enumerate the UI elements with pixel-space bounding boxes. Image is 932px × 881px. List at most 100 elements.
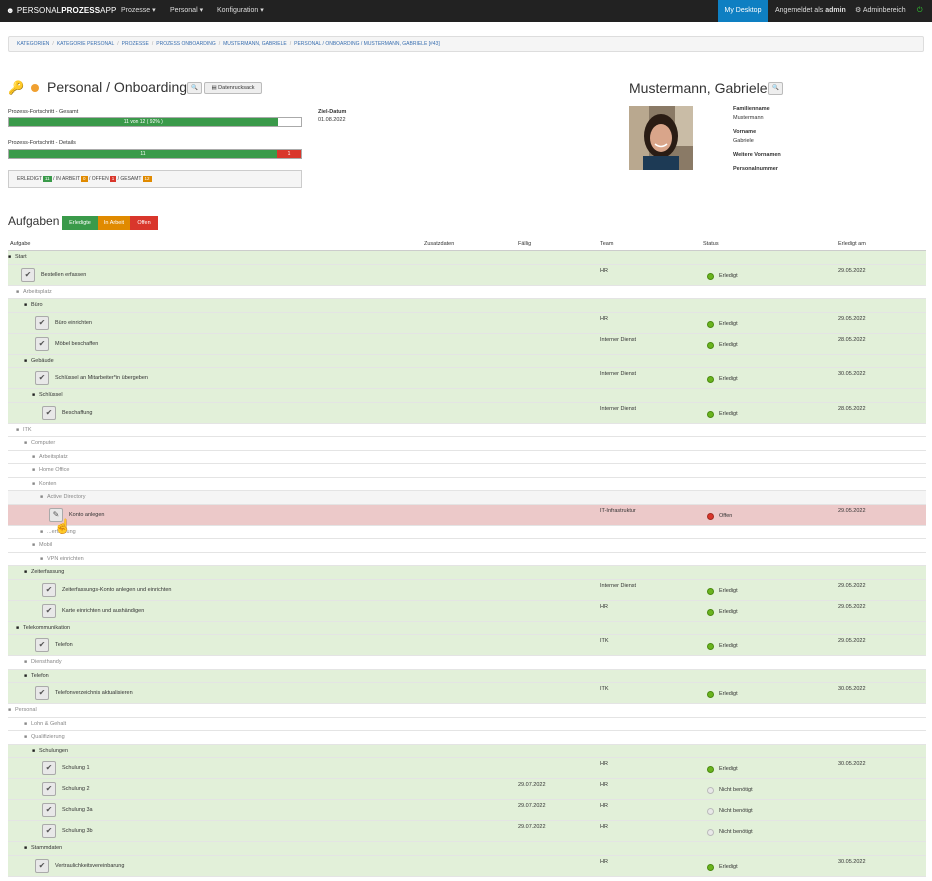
power-icon[interactable]: ⏻ — [917, 0, 923, 22]
folder-row[interactable]: ■ Schulungen — [8, 744, 926, 758]
col-erledigt-am[interactable]: Erledigt am — [838, 241, 866, 247]
breadcrumb-item[interactable]: MUSTERMANN, GABRIELE — [223, 41, 287, 47]
folder-label[interactable]: Active Directory — [47, 494, 86, 500]
col-aufgabe[interactable]: Aufgabe — [10, 241, 31, 247]
col-faellig[interactable]: Fällig — [518, 241, 531, 247]
folder-row[interactable]: ■ Telekommunikation — [8, 621, 926, 635]
folder-label[interactable]: Telekommunikation — [23, 625, 70, 631]
folder-row[interactable]: ■ Qualifizierung — [8, 731, 926, 745]
folder-row[interactable]: ■ Lohn & Gehalt — [8, 717, 926, 731]
task-label[interactable]: Konto anlegen — [69, 512, 104, 518]
task-row[interactable]: ✔ Schulung 3b 29.07.2022 HR Nicht benötigt — [8, 821, 926, 842]
folder-row[interactable]: ■ Mobil — [8, 539, 926, 553]
task-label[interactable]: Telefon — [55, 642, 73, 648]
folder-label[interactable]: Arbeitsplatz — [23, 289, 52, 295]
folder-row[interactable]: ■ Active Directory — [8, 491, 926, 505]
task-row[interactable]: ✔ Schlüssel an Mitarbeiter*in übergeben In… — [8, 368, 926, 389]
folder-row[interactable]: ■ Computer — [8, 437, 926, 451]
folder-label[interactable]: Diensthandy — [31, 659, 62, 665]
task-row[interactable]: ✔ Telefonverzeichnis aktualisieren ITK Erle… — [8, 683, 926, 704]
admin-area-link[interactable]: ⚙ Adminbereich — [855, 0, 906, 22]
task-label[interactable]: Schulung 1 — [62, 765, 90, 771]
folder-row[interactable]: ■ Arbeitsplatz — [8, 285, 926, 299]
folder-label[interactable]: Personal — [15, 707, 37, 713]
complete-checkbox[interactable]: ✔ — [35, 371, 49, 385]
folder-label[interactable]: Schlüssel — [39, 392, 63, 398]
menu-personal[interactable]: Personal ▾ — [170, 0, 203, 22]
task-row[interactable]: ✔ Telefon ITK Erledigt 29.05.2022 — [8, 635, 926, 656]
menu-prozesse[interactable]: Prozesse ▾ — [121, 0, 156, 22]
complete-checkbox[interactable]: ✔ — [42, 582, 56, 597]
task-row[interactable]: ✔ Schulung 2 29.07.2022 HR Nicht benötigt — [8, 779, 926, 800]
my-desktop-button[interactable]: My Desktop — [718, 0, 768, 22]
folder-row[interactable]: ■ Konten — [8, 477, 926, 491]
folder-row[interactable]: ■ Start — [8, 251, 926, 265]
filter-erledigte[interactable]: Erledigte — [62, 216, 98, 230]
folder-label[interactable]: Mobil — [39, 542, 52, 548]
menu-konfiguration[interactable]: Konfiguration ▾ — [217, 0, 264, 22]
complete-checkbox[interactable]: ✔ — [35, 638, 49, 652]
col-team[interactable]: Team — [600, 241, 613, 247]
task-row[interactable]: ✔ Möbel beschaffen Interner Dienst Erledigt… — [8, 333, 926, 355]
col-status[interactable]: Status — [703, 241, 719, 247]
task-label[interactable]: Schulung 3a — [62, 807, 93, 813]
task-label[interactable]: Bestellen erfassen — [41, 272, 86, 278]
folder-label[interactable]: ITK — [23, 427, 32, 433]
breadcrumb-item[interactable]: PROZESS ONBOARDING — [156, 41, 215, 47]
app-brand[interactable]: ☻ PERSONALPROZESSAPP — [6, 0, 116, 22]
task-label[interactable]: Schlüssel an Mitarbeiter*in übergeben — [55, 375, 148, 381]
folder-label[interactable]: Start — [15, 254, 27, 260]
folder-row[interactable]: ■ Home Office — [8, 464, 926, 478]
person-search-button[interactable]: 🔍 — [768, 82, 783, 95]
folder-row[interactable]: ■ ...erfassung — [8, 525, 926, 539]
folder-label[interactable]: Zeiterfassung — [31, 569, 64, 575]
col-zusatzdaten[interactable]: Zusatzdaten — [424, 241, 454, 247]
task-label[interactable]: Büro einrichten — [55, 320, 92, 326]
folder-label[interactable]: Computer — [31, 440, 55, 446]
folder-label[interactable]: Arbeitsplatz — [39, 454, 68, 460]
task-label[interactable]: Zeiterfassungs-Konto anlegen und einrich… — [62, 587, 171, 593]
complete-checkbox[interactable]: ✔ — [42, 803, 56, 817]
task-row[interactable]: ✔ Schulung 3a 29.07.2022 HR Nicht benötigt — [8, 800, 926, 821]
complete-checkbox[interactable]: ✔ — [35, 686, 49, 700]
folder-label[interactable]: Telefon — [31, 673, 49, 679]
folder-label[interactable]: Lohn & Gehalt — [31, 721, 66, 727]
folder-row[interactable]: ■ Gebäude — [8, 354, 926, 368]
folder-label[interactable]: Stammdaten — [31, 845, 62, 851]
folder-row[interactable]: ■ Arbeitsplatz — [8, 450, 926, 464]
complete-checkbox[interactable]: ✔ — [35, 315, 49, 330]
filter-in-arbeit[interactable]: In Arbeit — [98, 216, 130, 230]
folder-row[interactable]: ■ Telefon — [8, 669, 926, 683]
task-label[interactable]: Beschaffung — [62, 410, 92, 416]
task-row[interactable]: ✔ Bestellen erfassen HR Erledigt 29.05.2022 — [8, 264, 926, 286]
folder-label[interactable]: Konten — [39, 481, 56, 487]
folder-label[interactable]: Büro — [31, 302, 43, 308]
complete-checkbox[interactable]: ✔ — [21, 267, 35, 282]
complete-checkbox[interactable]: ✔ — [35, 336, 49, 351]
folder-label[interactable]: Gebäude — [31, 358, 54, 364]
folder-row[interactable]: ■ Büro — [8, 299, 926, 313]
breadcrumb-item[interactable]: PROZESSE — [122, 41, 149, 47]
filter-offen[interactable]: Offen — [130, 216, 158, 230]
breadcrumb-item[interactable]: KATEGORIEN — [17, 41, 49, 47]
task-row[interactable]: ✔ Zeiterfassungs-Konto anlegen und einric… — [8, 579, 926, 601]
breadcrumb-item[interactable]: KATEGORIE PERSONAL — [57, 41, 114, 47]
folder-row[interactable]: ■ Zeiterfassung — [8, 566, 926, 580]
task-label[interactable]: Schulung 2 — [62, 786, 90, 792]
task-row[interactable]: ✎ Konto anlegen IT-Infrastruktur Offen 29.05… — [8, 504, 926, 526]
folder-row[interactable]: ■ Personal — [8, 704, 926, 718]
task-row[interactable]: ✔ Karte einrichten und aushändigen HR Erled… — [8, 600, 926, 622]
task-row[interactable]: ✔ Büro einrichten HR Erledigt 29.05.2022 — [8, 312, 926, 334]
folder-row[interactable]: ■ ITK — [8, 423, 926, 437]
task-label[interactable]: Karte einrichten und aushändigen — [62, 608, 144, 614]
complete-checkbox[interactable]: ✔ — [35, 858, 49, 873]
datenrucksack-button[interactable]: ▤ Datenrucksack — [204, 82, 262, 94]
search-button[interactable]: 🔍 — [187, 82, 202, 94]
task-label[interactable]: Telefonverzeichnis aktualisieren — [55, 690, 133, 696]
task-label[interactable]: Schulung 3b — [62, 828, 93, 834]
task-row[interactable]: ✔ Schulung 1 HR Erledigt 30.05.2022 — [8, 758, 926, 779]
complete-checkbox[interactable]: ✔ — [42, 824, 56, 838]
complete-checkbox[interactable]: ✔ — [42, 782, 56, 796]
folder-row[interactable]: ■ Stammdaten — [8, 842, 926, 856]
folder-row[interactable]: ■ Schlüssel — [8, 389, 926, 403]
